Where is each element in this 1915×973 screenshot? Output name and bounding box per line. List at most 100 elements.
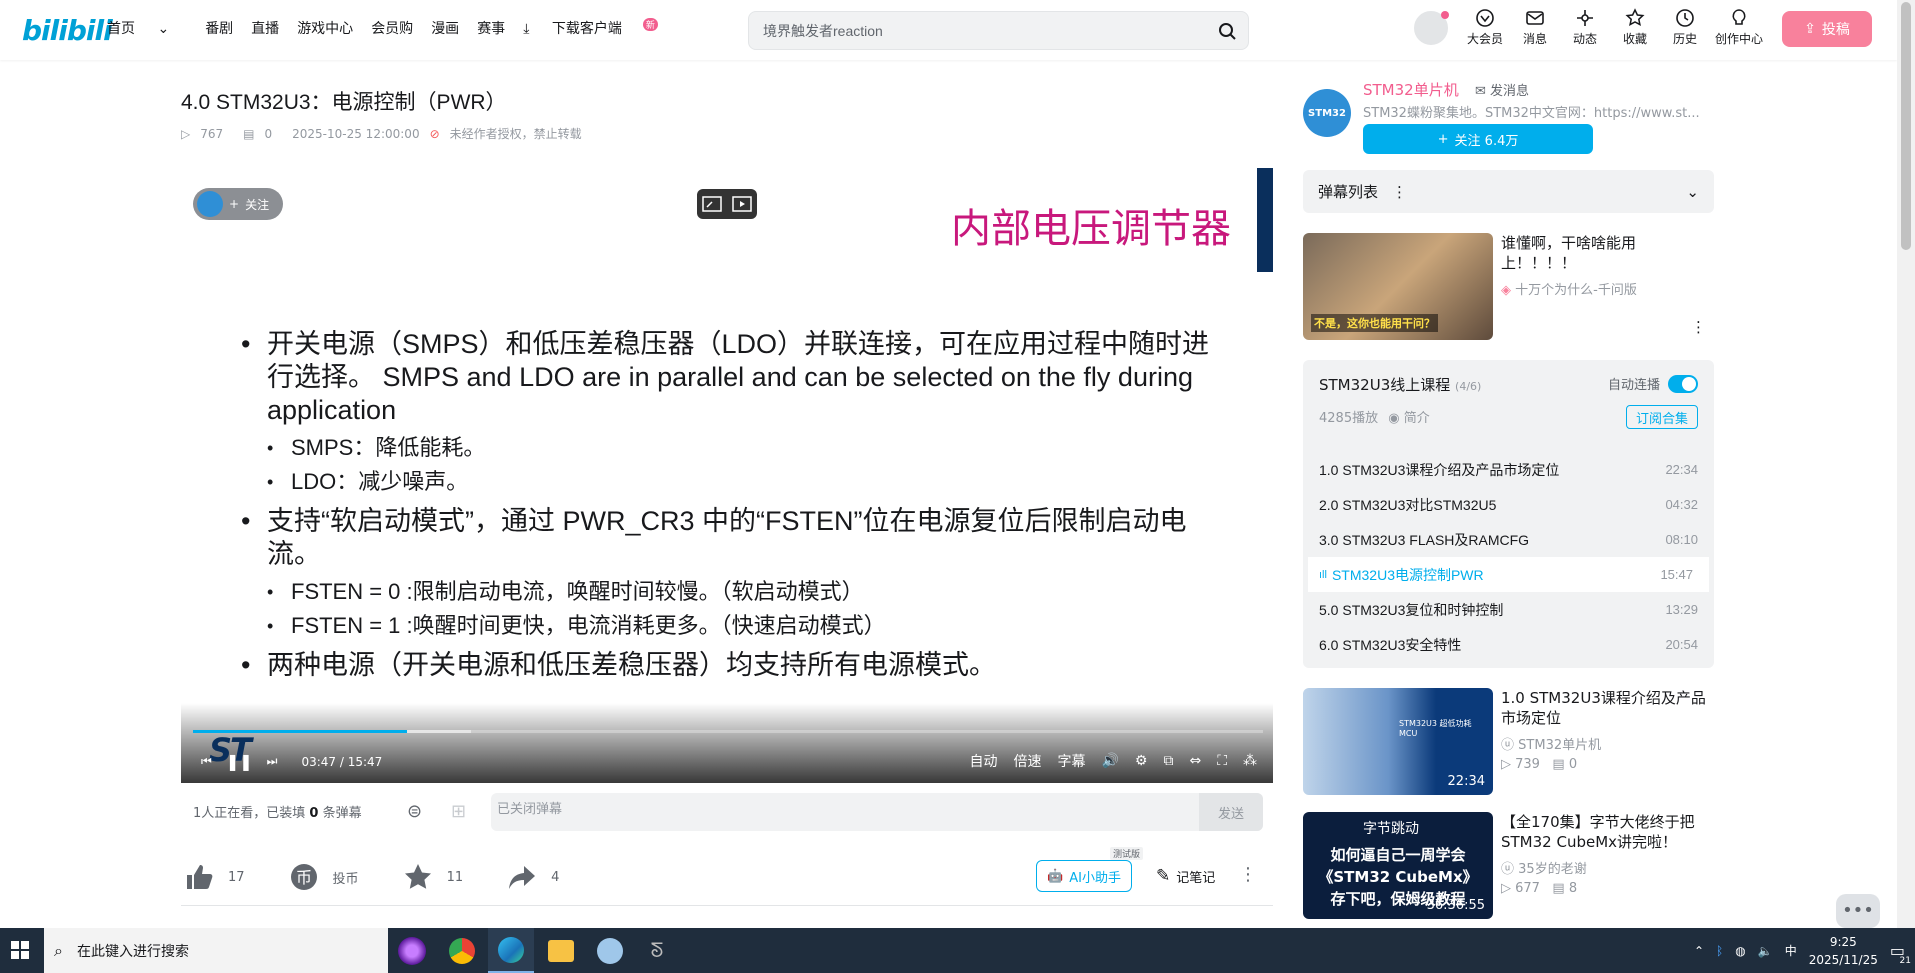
bilibili-logo[interactable]: bilibili xyxy=(22,14,113,47)
download-icon: ⤓ xyxy=(523,21,530,37)
playlist-item[interactable]: 6.0 STM32U3安全特性 20:54 xyxy=(1303,627,1714,662)
more-options-icon[interactable]: ⋮ xyxy=(1392,183,1407,201)
user-avatar[interactable] xyxy=(1412,9,1450,47)
favorite-button[interactable]: 11 xyxy=(403,862,463,892)
notification-icon[interactable]: ▭ 21 xyxy=(1890,941,1911,966)
search-input[interactable] xyxy=(763,20,1203,42)
notes-button[interactable]: ✎ 记笔记 xyxy=(1156,866,1215,886)
speed-button[interactable]: 倍速 xyxy=(1013,751,1041,771)
nav-anime[interactable]: 番剧 xyxy=(205,18,233,38)
more-icon[interactable]: ⋮ xyxy=(1691,318,1706,336)
danmaku-input[interactable] xyxy=(497,801,1137,816)
speaker-icon[interactable]: 🔈 xyxy=(1758,944,1773,958)
playlist-item[interactable]: 1.0 STM32U3课程介绍及产品市场定位 22:34 xyxy=(1303,452,1714,487)
nav-favorites[interactable]: 收藏 xyxy=(1610,8,1660,47)
more-icon[interactable]: ⋮ xyxy=(1239,864,1257,885)
progress-bar[interactable] xyxy=(193,730,1263,733)
danmaku-settings-icon[interactable]: ⁂ xyxy=(1243,753,1257,769)
windows-start-icon[interactable] xyxy=(11,941,29,959)
nav-history[interactable]: 历史 xyxy=(1660,8,1710,47)
toggle-switch[interactable] xyxy=(1668,374,1698,393)
prev-icon[interactable]: ⏮ xyxy=(201,754,212,769)
network-icon[interactable]: ◍ xyxy=(1735,944,1745,958)
follow-button[interactable]: + 关注 6.4万 xyxy=(1363,124,1593,154)
nav-messages[interactable]: 消息 xyxy=(1510,8,1560,47)
playlist-item[interactable]: 2.0 STM32U3对比STM32U5 04:32 xyxy=(1303,487,1714,522)
related-title[interactable]: 1.0 STM32U3课程介绍及产品市场定位 xyxy=(1501,688,1706,728)
coin-button[interactable]: 币投币 xyxy=(289,862,359,892)
nav-mall[interactable]: 会员购 xyxy=(371,18,413,38)
subscribe-collection-button[interactable]: 订阅合集 xyxy=(1626,405,1698,429)
next-icon[interactable]: ⏭ xyxy=(267,754,278,769)
pause-icon[interactable]: ❚❚ xyxy=(226,752,253,771)
nav-game[interactable]: 游戏中心 xyxy=(297,18,353,38)
nav-home[interactable]: 首页 ⌄ xyxy=(107,18,187,38)
related-video-card[interactable]: 字节跳动 如何逼自己一周学会《STM32 CubeMx》存下吧，保姆级教程 36… xyxy=(1303,812,1714,919)
playlist-item[interactable]: 5.0 STM32U3复位和时钟控制 13:29 xyxy=(1303,592,1714,627)
chevron-down-icon[interactable]: ⌄ xyxy=(1686,183,1699,201)
settings-icon[interactable]: ⚙ xyxy=(1135,753,1148,769)
tray-chevron-icon[interactable]: ⌃ xyxy=(1694,944,1704,958)
search-icon[interactable] xyxy=(1216,20,1238,42)
app-icon-purple[interactable] xyxy=(398,937,426,965)
widescreen-icon[interactable]: ⇔ xyxy=(1189,753,1201,769)
danmaku-toggle-icon[interactable]: ⊜ xyxy=(407,801,422,822)
related-thumbnail[interactable]: 字节跳动 如何逼自己一周学会《STM32 CubeMx》存下吧，保姆级教程 36… xyxy=(1303,812,1493,919)
playlist-item-active[interactable]: ıll STM32U3电源控制PWR 15:47 xyxy=(1308,557,1709,592)
ai-assistant-button[interactable]: 🤖 AI小助手 测试版 xyxy=(1036,847,1143,892)
danmaku-send-button[interactable]: 发送 xyxy=(1199,793,1263,831)
mini-player-icon[interactable] xyxy=(702,196,722,212)
autoplay-toggle[interactable]: 自动连播 xyxy=(1608,374,1698,393)
subtitle-button[interactable]: 字幕 xyxy=(1057,751,1085,771)
send-message-link[interactable]: ✉ 发消息 xyxy=(1475,80,1529,99)
danmaku-list-header[interactable]: 弹幕列表 ⋮ ⌄ xyxy=(1303,170,1714,213)
fullscreen-icon[interactable]: ⛶ xyxy=(1217,753,1227,769)
page-scrollbar[interactable] xyxy=(1897,0,1915,928)
nav-creator[interactable]: 创作中心 xyxy=(1710,8,1768,47)
recommend-card[interactable]: 不是，这你也能用干问？ 谁懂啊，干啥啥能用上！！！！ ◈ 十万个为什么-千问版 … xyxy=(1303,233,1714,340)
taskbar-search[interactable]: ⌕ 在此键入进行搜索 xyxy=(44,928,388,973)
pip-controls[interactable] xyxy=(697,189,757,219)
video-player[interactable]: +关注 内部电压调节器 开关电源（SMPS）和低压差稳压器（LDO）并联连接，可… xyxy=(181,168,1273,783)
bluetooth-icon[interactable]: ᛒ xyxy=(1716,944,1723,958)
nav-dynamic[interactable]: 动态 xyxy=(1560,8,1610,47)
recommend-author[interactable]: ◈ 十万个为什么-千问版 xyxy=(1501,279,1637,298)
like-button[interactable]: 17 xyxy=(184,862,245,892)
pip-icon[interactable] xyxy=(732,196,752,212)
recommend-title[interactable]: 谁懂啊，干啥啥能用上！！！！ xyxy=(1501,233,1706,273)
upload-button[interactable]: ⇪ 投稿 xyxy=(1782,11,1872,47)
related-thumbnail[interactable]: STM32U3 超低功耗 MCU 22:34 xyxy=(1303,688,1493,795)
volume-icon[interactable]: 🔊 xyxy=(1101,753,1118,769)
nav-download[interactable]: ⤓ 下载客户端新 xyxy=(523,18,676,38)
pip-button-icon[interactable]: ⧉ xyxy=(1163,753,1173,769)
danmaku-style-icon[interactable]: ⊞ xyxy=(451,801,466,822)
app-icon-game[interactable] xyxy=(597,938,623,964)
nav-manga[interactable]: 漫画 xyxy=(431,18,459,38)
related-video-card[interactable]: STM32U3 超低功耗 MCU 22:34 1.0 STM32U3课程介绍及产… xyxy=(1303,688,1714,795)
chrome-icon[interactable] xyxy=(449,938,475,964)
recommend-thumbnail[interactable]: 不是，这你也能用干问？ xyxy=(1303,233,1493,340)
clock[interactable]: 9:25 2025/11/25 xyxy=(1809,933,1878,969)
share-button[interactable]: 4 xyxy=(507,862,559,892)
uploader-avatar[interactable]: STM32 xyxy=(1303,89,1351,137)
file-explorer-icon[interactable] xyxy=(548,940,574,962)
uploader-name[interactable]: STM32单片机 xyxy=(1363,79,1459,100)
ime-icon[interactable]: 中 xyxy=(1785,942,1797,959)
intro-link[interactable]: 简介 xyxy=(1404,411,1430,426)
nav-live[interactable]: 直播 xyxy=(251,18,279,38)
app-icon-runner[interactable]: ᘕ xyxy=(644,938,670,964)
nav-match[interactable]: 赛事 xyxy=(477,18,505,38)
danmaku-count-icon: ▤ xyxy=(243,126,255,141)
related-title[interactable]: 【全170集】字节大佬终于把STM32 CubeMx讲完啦！202... xyxy=(1501,812,1706,852)
player-follow-button[interactable]: + 关注 xyxy=(193,188,283,220)
playlist-item[interactable]: 3.0 STM32U3 FLASH及RAMCFG 08:10 xyxy=(1303,522,1714,557)
chevron-down-icon: ⌄ xyxy=(157,21,170,37)
related-author[interactable]: ⓤ 35岁的老谢 xyxy=(1501,858,1587,877)
edge-icon[interactable] xyxy=(488,928,534,973)
related-author[interactable]: ⓤ STM32单片机 xyxy=(1501,734,1601,753)
quality-button[interactable]: 自动 xyxy=(969,751,997,771)
scrollbar-thumb[interactable] xyxy=(1901,2,1911,250)
nav-vip[interactable]: 大会员 xyxy=(1460,8,1510,47)
author-icon: ◈ xyxy=(1501,283,1511,298)
floating-chat-icon[interactable]: ••• xyxy=(1836,894,1880,928)
